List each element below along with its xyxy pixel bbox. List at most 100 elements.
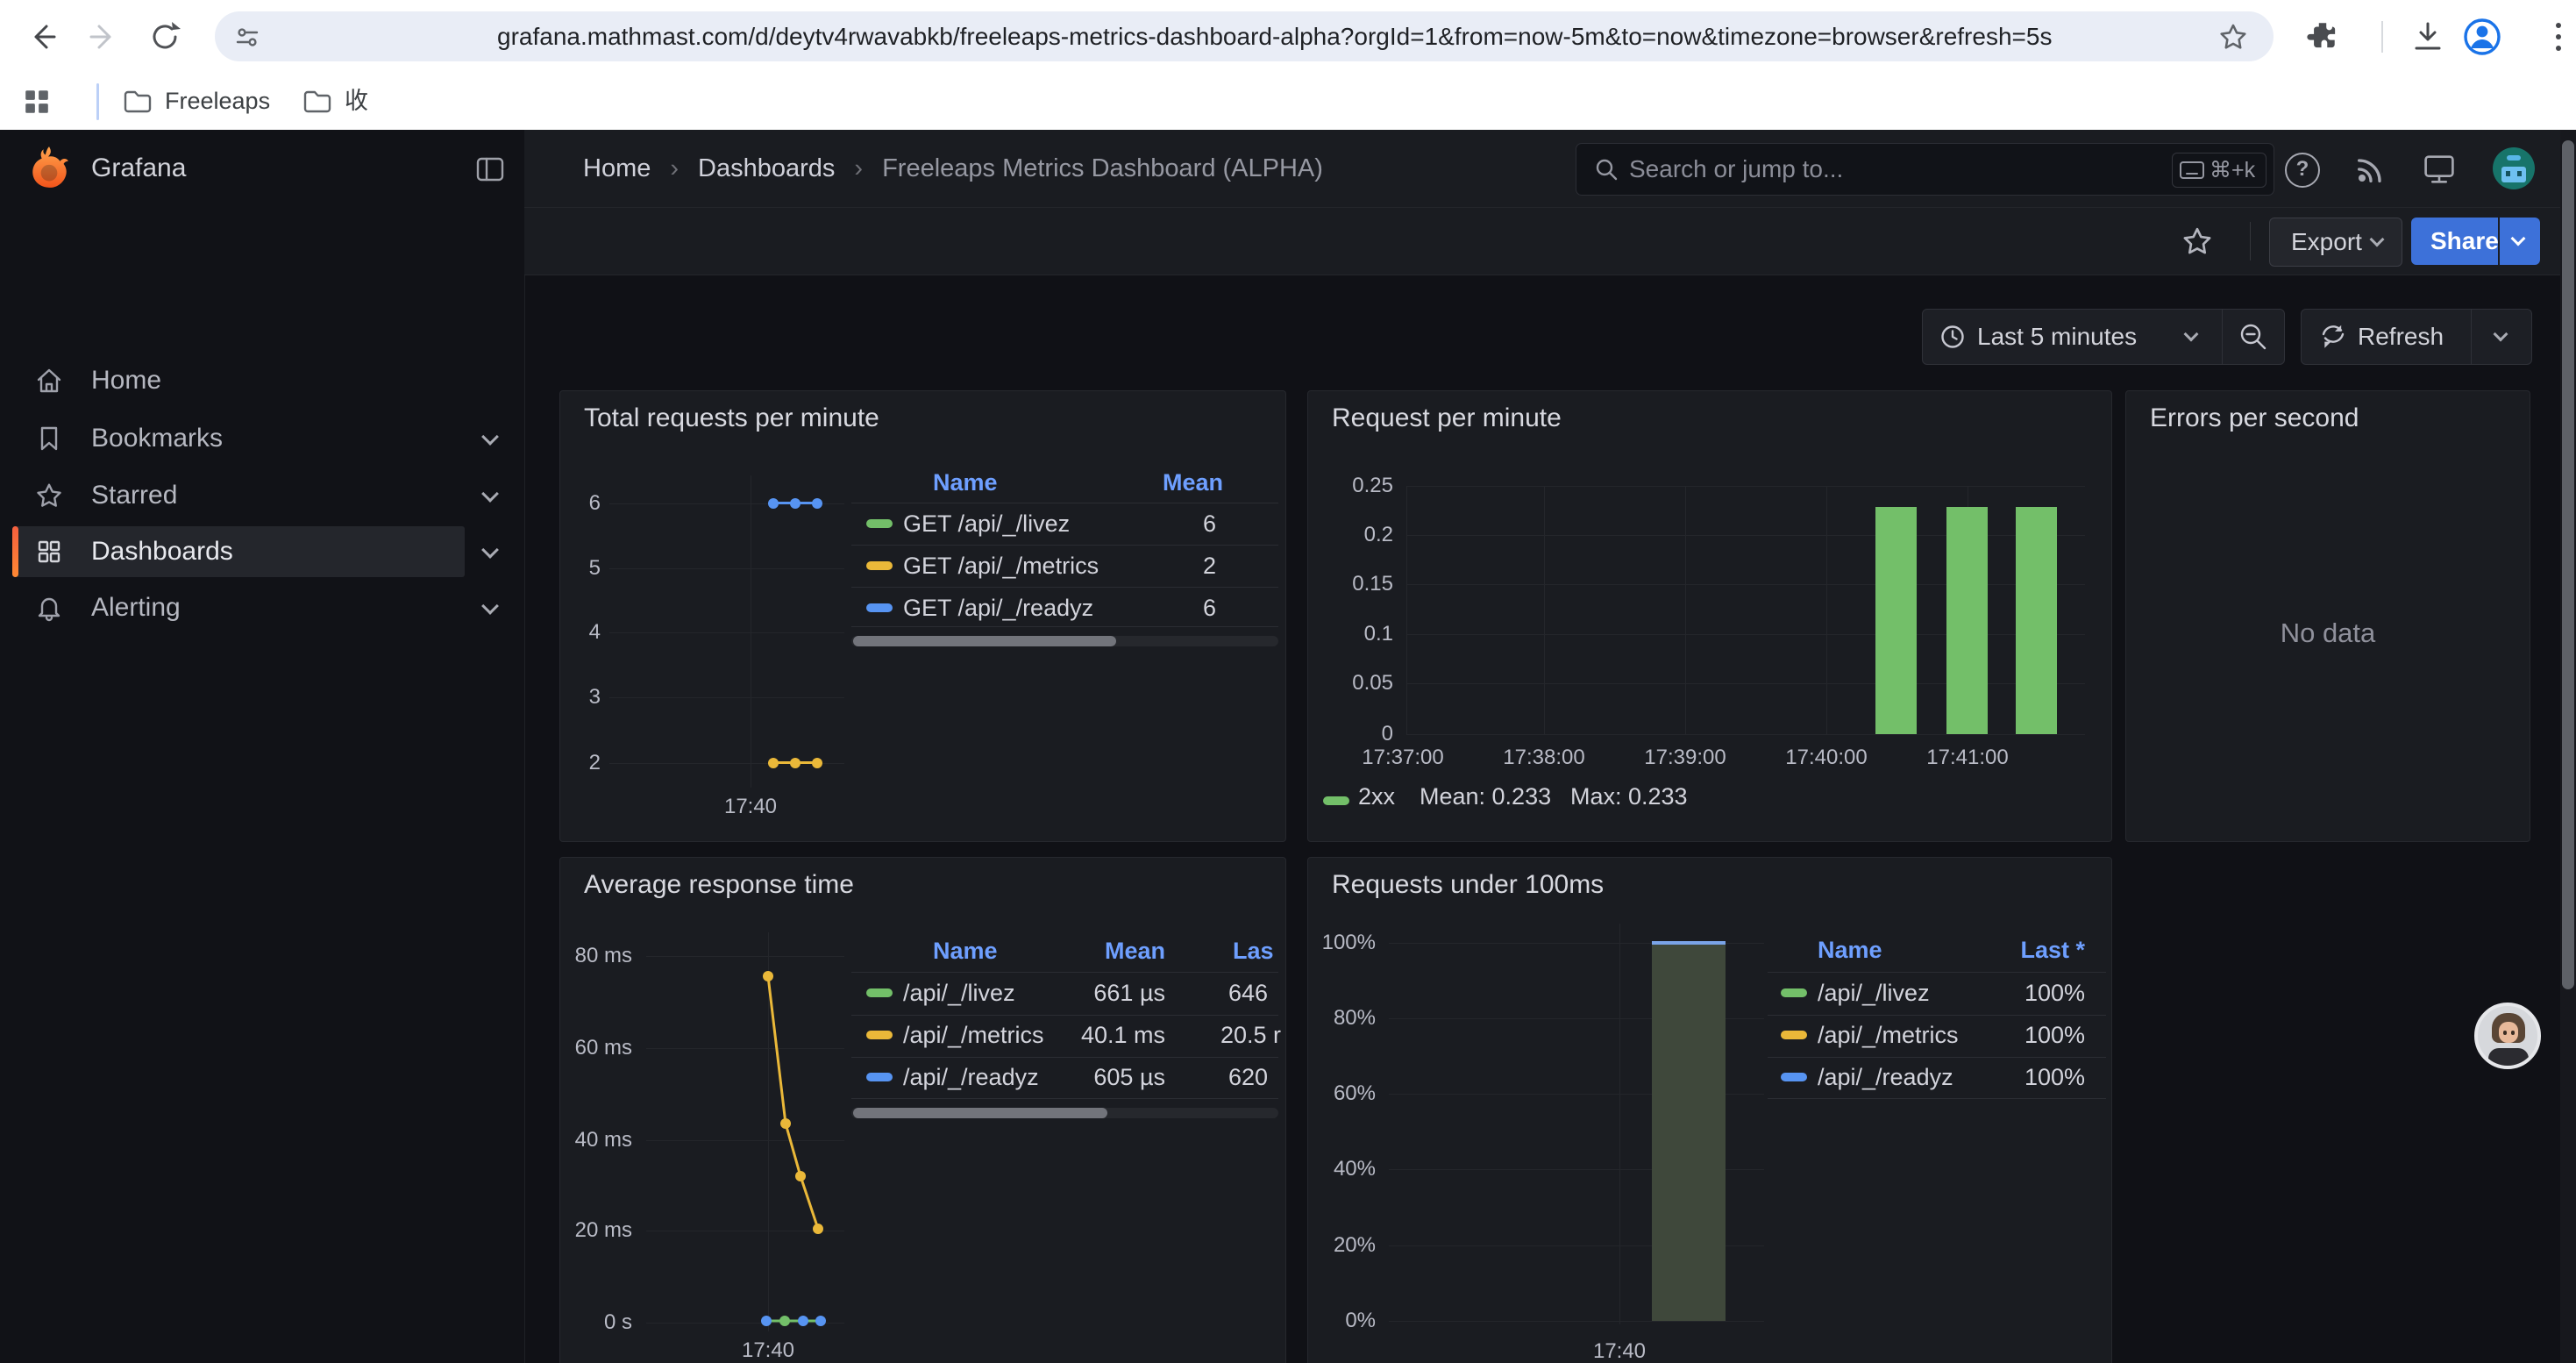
folder-icon (123, 88, 153, 116)
rss-icon[interactable] (2353, 152, 2388, 187)
legend-series-name[interactable]: GET /api/_/livez (903, 503, 1070, 545)
panel-request-per-minute: Request per minute 0.25 0.2 0.15 0.1 0.0… (1307, 390, 2112, 842)
url-bar[interactable]: grafana.mathmast.com/d/deytv4rwavabkb/fr… (215, 11, 2274, 61)
legend-header-name[interactable]: Name (933, 461, 998, 503)
series-color-pill[interactable] (866, 1031, 893, 1039)
panel-title[interactable]: Request per minute (1332, 403, 1562, 433)
sidebar-item-alerting[interactable]: Alerting (0, 582, 524, 633)
search-input[interactable]: Search or jump to... ⌘+k (1576, 143, 2274, 196)
sidebar-item-dashboards[interactable]: Dashboards (0, 526, 524, 577)
legend-mean: Mean: 0.233 (1420, 780, 1551, 813)
refresh-interval-dropdown[interactable] (2471, 310, 2531, 364)
legend-scrollbar[interactable] (851, 636, 1278, 646)
share-dropdown-button[interactable] (2500, 218, 2540, 265)
breadcrumb-current: Freeleaps Metrics Dashboard (ALPHA) (882, 154, 1323, 183)
search-placeholder: Search or jump to... (1629, 144, 1843, 195)
panel-title[interactable]: Total requests per minute (584, 403, 879, 433)
grafana-logo[interactable] (25, 144, 74, 193)
forward-icon[interactable] (86, 19, 121, 54)
series-color-pill[interactable] (1781, 1031, 1807, 1039)
legend-header-mean[interactable]: Mean (1000, 930, 1165, 972)
series-color-pill[interactable] (866, 1073, 893, 1081)
favorite-star-icon[interactable] (2181, 225, 2213, 257)
dashboards-grid-icon (35, 538, 63, 566)
keyboard-icon (2180, 161, 2204, 179)
reload-icon[interactable] (147, 19, 182, 54)
series-color-pill[interactable] (866, 988, 893, 997)
legend-series-name[interactable]: /api/_/readyz (1818, 1056, 1953, 1098)
chevron-down-icon[interactable] (481, 597, 499, 615)
legend-mean-value: 605 µs (1000, 1056, 1165, 1098)
bookmark-star-icon[interactable] (2218, 22, 2248, 52)
data-point (790, 758, 801, 768)
share-label: Share (2430, 218, 2499, 265)
zoom-out-button[interactable] (2222, 310, 2284, 364)
legend-series-name[interactable]: GET /api/_/readyz (903, 587, 1093, 629)
assistant-avatar[interactable] (2474, 1003, 2541, 1069)
x-tick: 17:40 (715, 1338, 821, 1363)
legend-series-name[interactable]: /api/_/livez (1818, 972, 1930, 1014)
series-color-pill[interactable] (1781, 988, 1807, 997)
legend-header-name[interactable]: Name (933, 930, 998, 972)
bookmark-folder-label[interactable]: Freeleaps (165, 73, 270, 130)
site-settings-icon[interactable] (234, 24, 260, 50)
series-color-pill[interactable] (1781, 1073, 1807, 1081)
dashboard-toolbar: Export Share (524, 208, 2576, 275)
help-icon[interactable]: ? (2285, 153, 2320, 188)
y-tick: 60% (1308, 1081, 1376, 1106)
monitor-icon[interactable] (2420, 150, 2459, 189)
legend-last-value: 620 (1202, 1056, 1268, 1098)
browser-menu-icon[interactable] (2541, 19, 2576, 54)
sidebar-item-starred[interactable]: Starred (0, 470, 524, 521)
x-tick: 17:37:00 (1341, 746, 1464, 770)
legend-header-name[interactable]: Name (1818, 929, 1882, 971)
download-icon[interactable] (2409, 18, 2446, 55)
series-color-pill[interactable] (1323, 796, 1349, 805)
legend-series-name[interactable]: GET /api/_/metrics (903, 545, 1099, 587)
series-color-pill[interactable] (866, 561, 893, 570)
back-icon[interactable] (25, 19, 60, 54)
chevron-down-icon[interactable] (481, 485, 499, 503)
legend-header-last[interactable]: Las (1233, 930, 1274, 972)
legend-mean-value: 661 µs (1000, 972, 1165, 1014)
legend-table: Name Last * /api/_/livez 100% /api/_/met… (1768, 858, 2106, 1363)
profile-icon[interactable] (2462, 17, 2502, 57)
zoom-out-icon (2238, 321, 2269, 353)
share-button[interactable]: Share (2411, 218, 2498, 265)
refresh-icon (2319, 323, 2347, 351)
breadcrumb-home[interactable]: Home (583, 154, 651, 183)
legend-header-last[interactable]: Last * (1943, 929, 2085, 971)
url-text[interactable]: grafana.mathmast.com/d/deytv4rwavabkb/fr… (497, 11, 2052, 61)
legend-series-name[interactable]: 2xx (1358, 780, 1395, 813)
brand-name[interactable]: Grafana (91, 130, 186, 207)
panel-title[interactable]: Requests under 100ms (1332, 870, 1604, 900)
search-shortcut-badge: ⌘+k (2172, 153, 2266, 188)
sidebar-toggle-icon[interactable] (473, 153, 507, 186)
user-avatar[interactable] (2493, 147, 2535, 189)
x-tick: 17:40 (698, 795, 803, 819)
folder-icon (302, 88, 332, 116)
bell-icon (35, 594, 63, 622)
time-range-picker[interactable]: Last 5 minutes (1923, 310, 2222, 364)
series-color-pill[interactable] (866, 519, 893, 528)
page-scrollbar[interactable] (2560, 130, 2576, 1363)
legend-mean-value: 2 (1071, 545, 1216, 587)
search-icon (1594, 157, 1619, 182)
help-mark: ? (2296, 157, 2309, 181)
data-point (790, 498, 801, 509)
breadcrumb-dashboards[interactable]: Dashboards (698, 154, 835, 183)
refresh-button[interactable]: Refresh (2302, 310, 2471, 364)
extensions-icon[interactable] (2306, 19, 2339, 53)
chevron-down-icon[interactable] (481, 541, 499, 559)
series-color-pill[interactable] (866, 603, 893, 612)
legend-series-name[interactable]: /api/_/metrics (1818, 1014, 1959, 1056)
y-tick: 4 (562, 620, 601, 645)
panel-title[interactable]: Errors per second (2150, 403, 2359, 433)
legend-header-mean[interactable]: Mean (1071, 461, 1223, 503)
export-button[interactable]: Export (2269, 218, 2402, 267)
scrollbar-thumb[interactable] (2562, 140, 2574, 989)
legend-scrollbar[interactable] (851, 1108, 1278, 1118)
gridline (609, 632, 844, 633)
apps-grid-icon[interactable] (23, 88, 51, 116)
legend-series-name[interactable]: /api/_/livez (903, 972, 1015, 1014)
